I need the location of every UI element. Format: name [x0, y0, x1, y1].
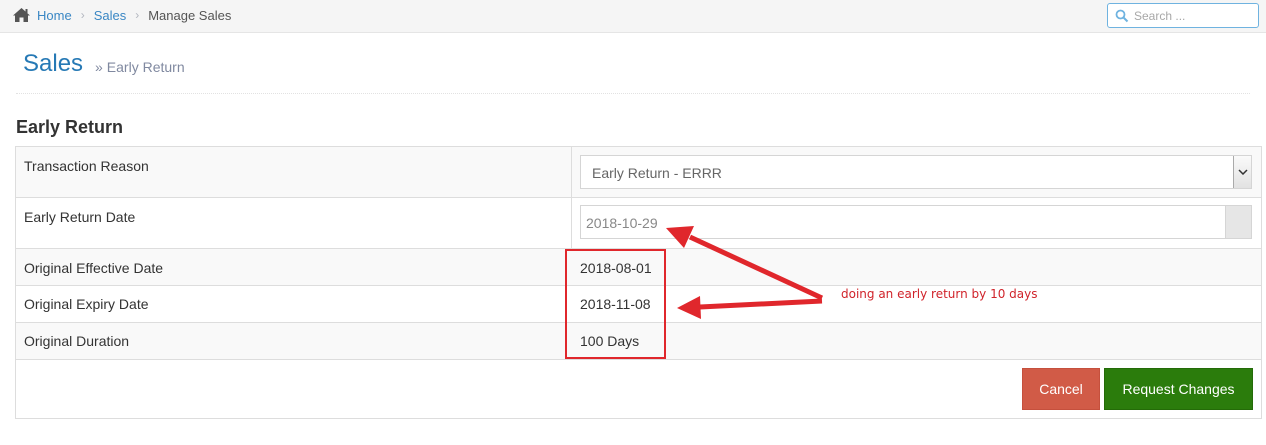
annotation-arrow-to-return-date — [666, 226, 824, 301]
annotation-arrows — [666, 226, 824, 319]
annotation-text: doing an early return by 10 days — [841, 287, 1038, 301]
annotation-arrow-to-expiry-date — [677, 296, 823, 319]
